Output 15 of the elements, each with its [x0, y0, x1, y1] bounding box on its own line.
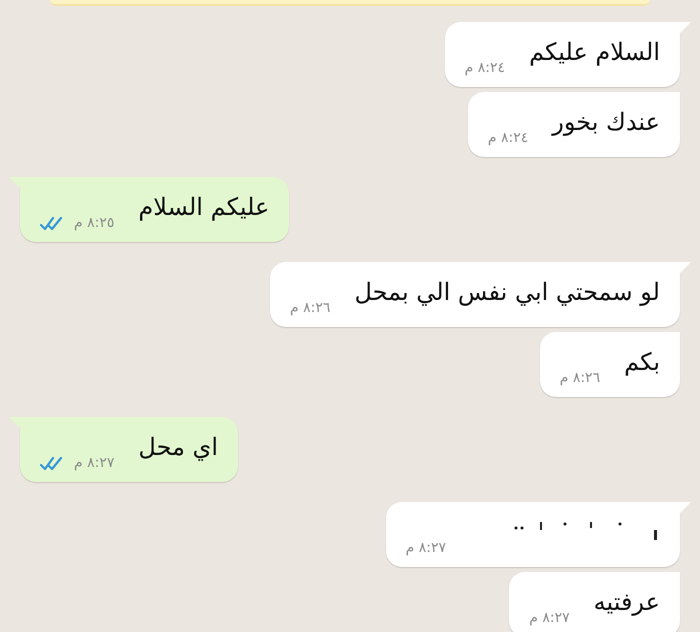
message-time: ٨:٢٧ م	[529, 609, 570, 628]
message-time: ٨:٢٦ م	[560, 369, 600, 388]
message-text: عرفتيه	[594, 587, 660, 618]
message-time: ٨:٢٥ م	[74, 214, 114, 233]
message-text: بكم	[624, 347, 660, 378]
message-text: عليكم السلام	[138, 192, 270, 223]
message-time: ٨:٢٤ م	[488, 129, 528, 148]
message-time: ٨:٢٤ م	[464, 59, 506, 78]
message-time: ٨:٢٧ م	[74, 454, 114, 473]
message-text: عندك بخور	[552, 107, 660, 138]
message-time: ٨:٢٧ م	[406, 539, 446, 558]
message-text: اي محل	[138, 432, 218, 463]
message-text: السلام عليكم	[529, 37, 660, 68]
message-text: لو سمحتي ابي نفس الي بمحل	[354, 277, 660, 308]
message-time: ٨:٢٦ م	[290, 299, 330, 318]
